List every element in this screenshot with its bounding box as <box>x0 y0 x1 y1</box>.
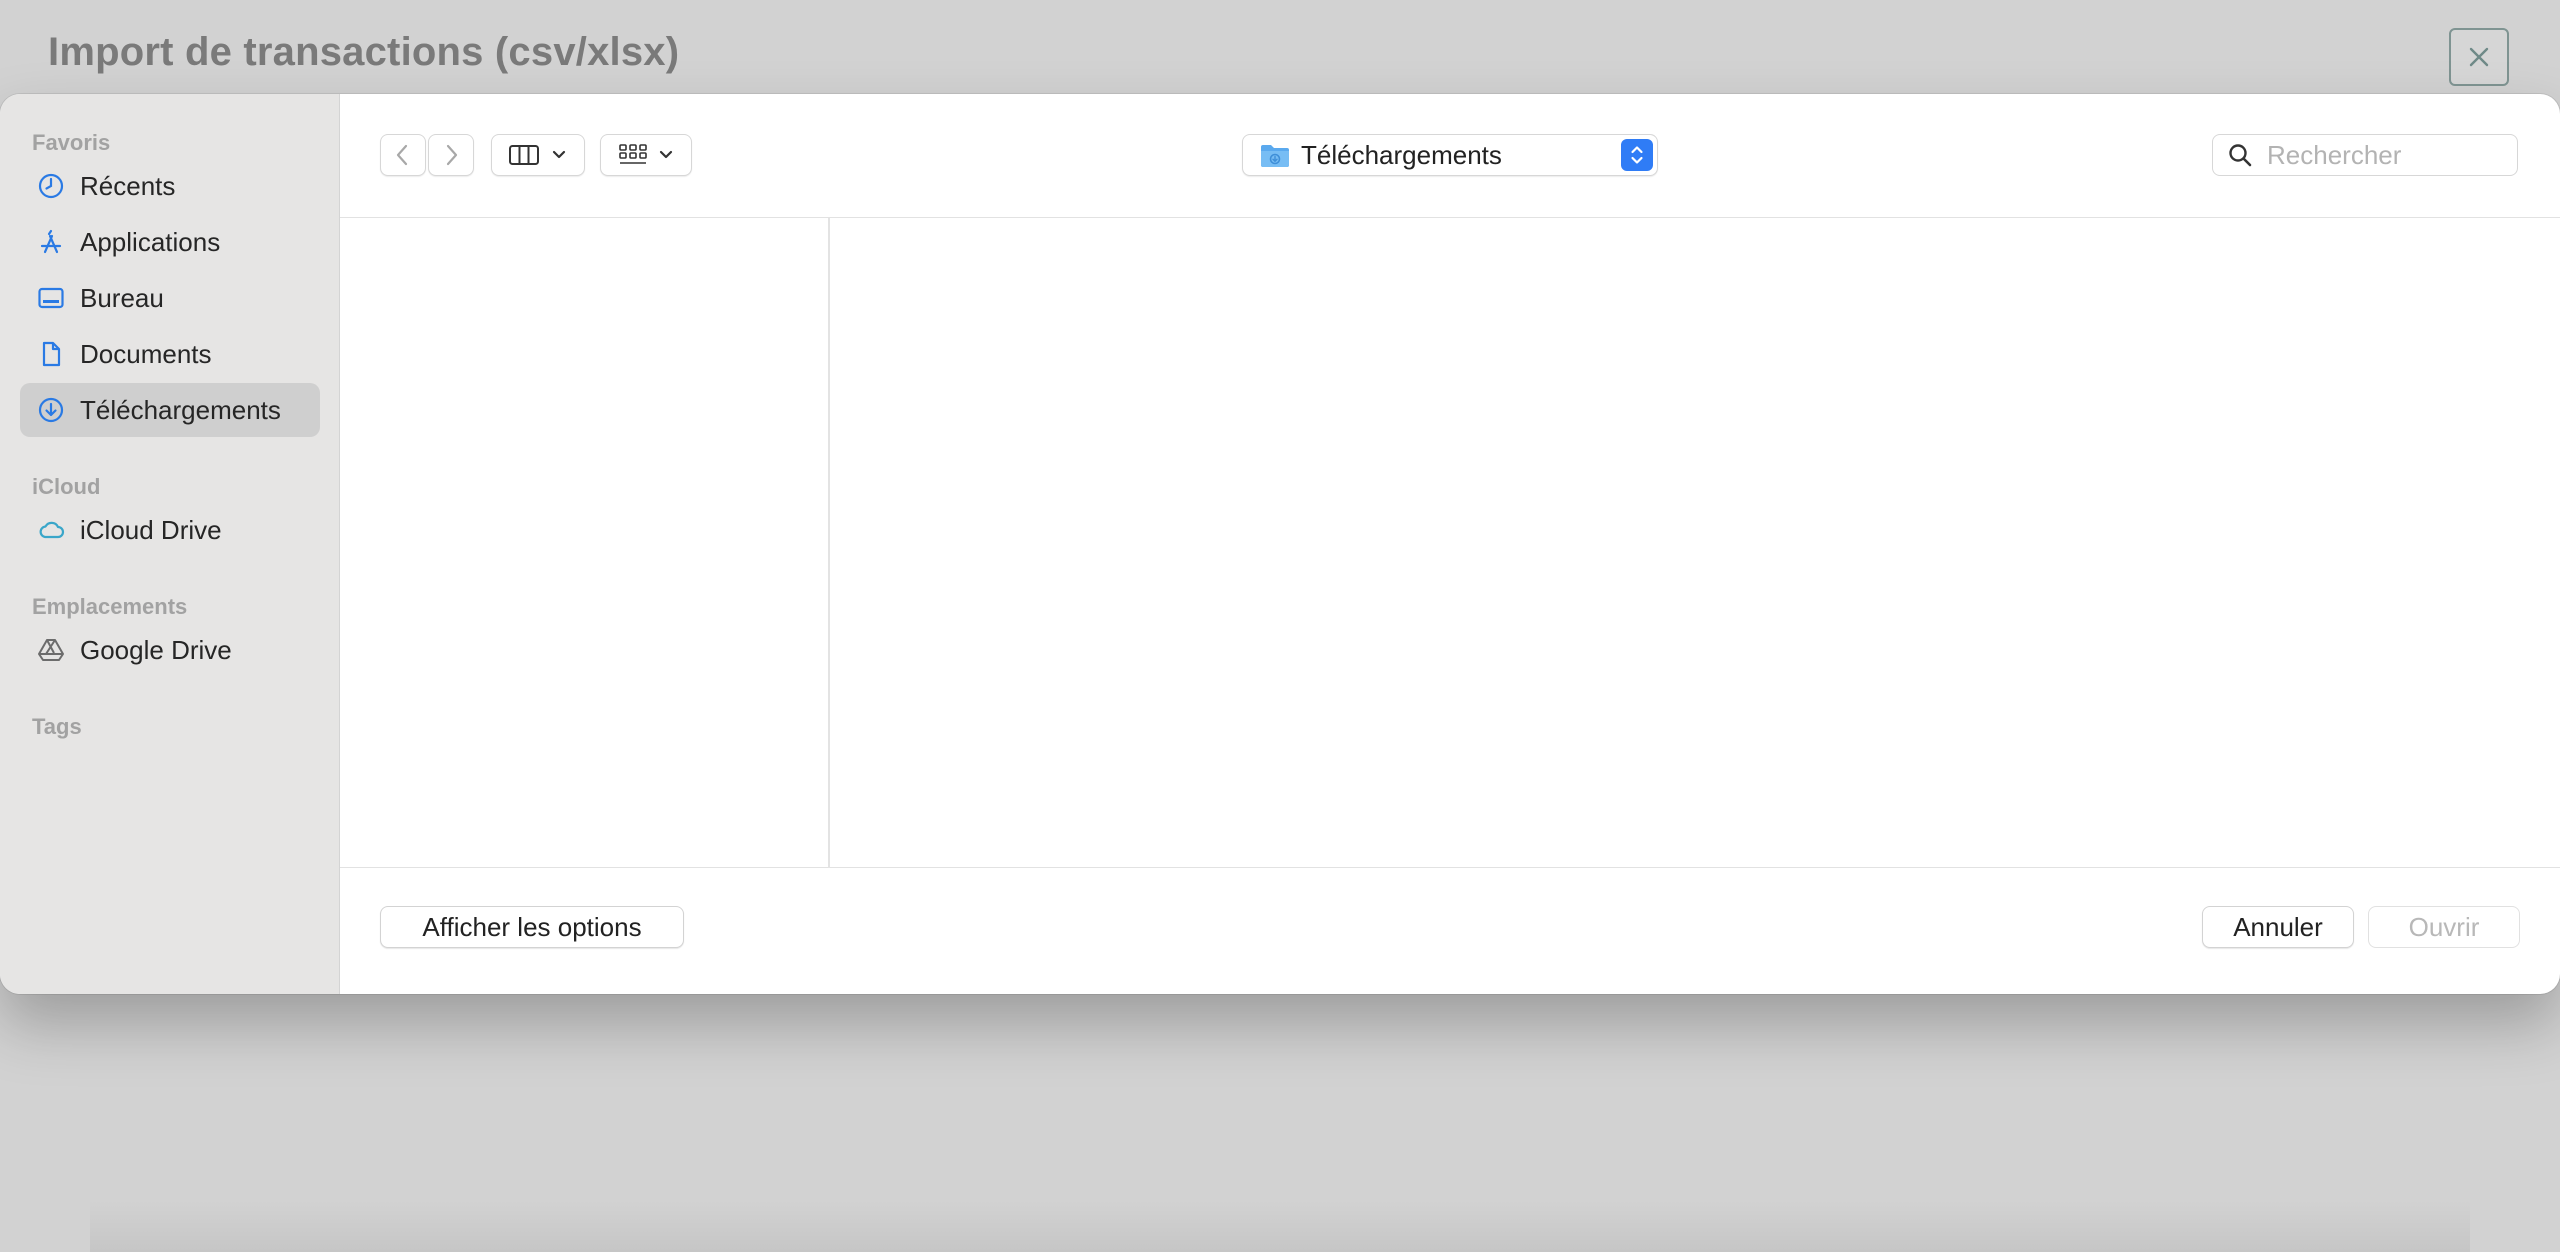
show-options-button[interactable]: Afficher les options <box>380 906 684 948</box>
open-button[interactable]: Ouvrir <box>2368 906 2520 948</box>
browser-column-1[interactable] <box>340 218 830 868</box>
chevron-down-icon <box>552 150 566 159</box>
close-icon <box>2469 47 2489 67</box>
columns-view-icon <box>509 145 539 165</box>
chevron-right-icon <box>446 144 458 166</box>
sidebar-item-applications[interactable]: Applications <box>20 215 320 269</box>
sidebar-item-downloads[interactable]: Téléchargements <box>20 383 320 437</box>
sidebar-item-icloud-drive[interactable]: iCloud Drive <box>20 503 320 557</box>
cloud-icon <box>36 515 66 545</box>
file-browser <box>340 218 2560 868</box>
chevron-left-icon <box>396 144 408 166</box>
grid-view-icon <box>619 144 647 164</box>
toolbar: Téléchargements <box>340 94 2560 218</box>
sidebar-item-google-drive[interactable]: Google Drive <box>20 623 320 677</box>
location-popup[interactable]: Téléchargements <box>1242 134 1658 176</box>
updown-stepper-icon <box>1621 139 1653 171</box>
group-mode-button[interactable] <box>600 134 692 176</box>
sidebar-section-locations: Emplacements <box>32 594 188 619</box>
sidebar-item-recents[interactable]: Récents <box>20 159 320 213</box>
sidebar-item-label: Récents <box>80 170 176 201</box>
sidebar-item-label: Google Drive <box>80 634 232 665</box>
sidebar-item-documents[interactable]: Documents <box>20 327 320 381</box>
sidebar-item-label: Bureau <box>80 282 164 313</box>
view-mode-button[interactable] <box>491 134 585 176</box>
forward-button[interactable] <box>428 134 474 176</box>
location-popup-label: Téléchargements <box>1301 139 1502 170</box>
drive-icon <box>36 635 66 665</box>
sidebar: Favoris Récents Applications Bureau Docu… <box>0 94 340 994</box>
sidebar-item-label: iCloud Drive <box>80 514 222 545</box>
search-field <box>2212 134 2518 176</box>
dialog-footer: Afficher les options Annuler Ouvrir <box>340 868 2560 994</box>
document-icon <box>36 339 66 369</box>
clock-icon <box>36 171 66 201</box>
search-icon <box>2229 144 2252 167</box>
sidebar-item-desktop[interactable]: Bureau <box>20 271 320 325</box>
download-icon <box>36 395 66 425</box>
sidebar-item-label: Documents <box>80 338 212 369</box>
back-button[interactable] <box>380 134 426 176</box>
background-close-button[interactable] <box>2449 28 2509 86</box>
sidebar-section-favorites: Favoris <box>32 130 111 155</box>
file-open-dialog: Favoris Récents Applications Bureau Docu… <box>0 94 2560 994</box>
browser-column-2[interactable] <box>830 218 2560 868</box>
background-window-title: Import de transactions (csv/xlsx) <box>48 30 680 74</box>
cancel-button[interactable]: Annuler <box>2202 906 2354 948</box>
folder-icon <box>1261 145 1289 167</box>
search-input[interactable] <box>2265 138 2509 172</box>
sidebar-item-label: Téléchargements <box>80 394 281 425</box>
sidebar-item-label: Applications <box>80 226 221 257</box>
desktop-icon <box>36 283 66 313</box>
applications-icon <box>36 227 66 257</box>
sidebar-section-tags: Tags <box>32 714 82 739</box>
background-shadow <box>90 1200 2470 1252</box>
sidebar-section-icloud: iCloud <box>32 474 101 499</box>
chevron-down-icon <box>659 150 673 159</box>
